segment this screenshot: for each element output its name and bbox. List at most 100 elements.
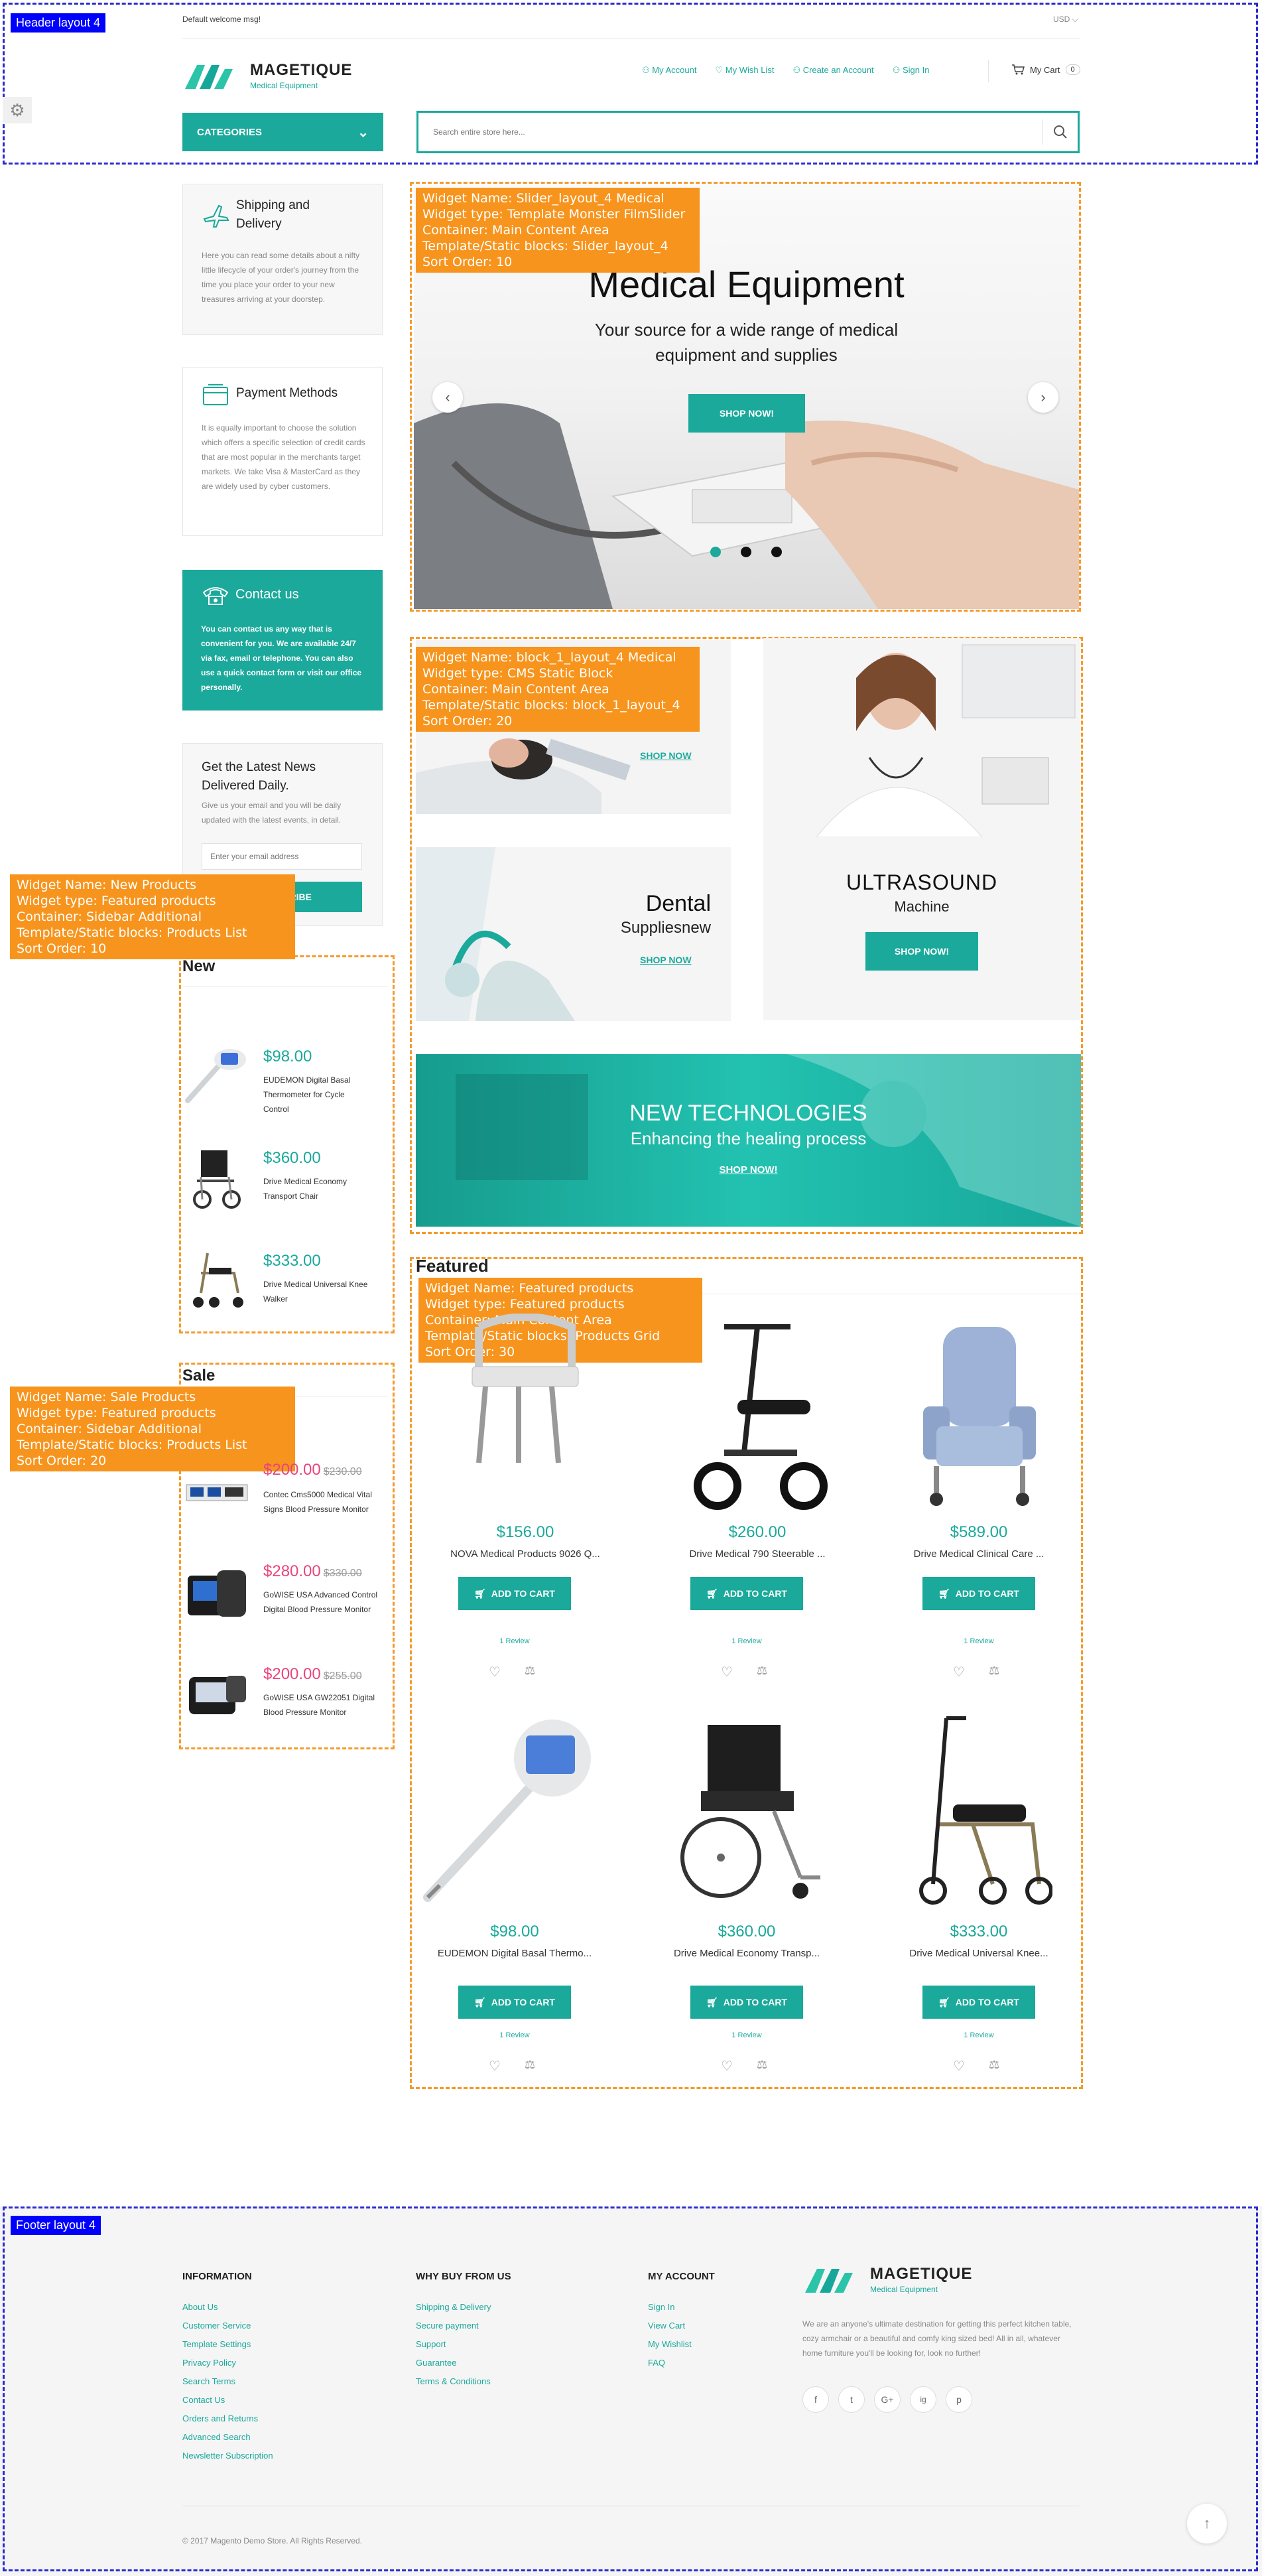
product-5-add-to-cart[interactable]: 🛒︎ ADD TO CART (690, 1986, 803, 2019)
footer-logo[interactable]: MAGETIQUE Medical Equipment (802, 2262, 1001, 2298)
product-1-wishlist[interactable]: ♡ (489, 1664, 501, 1680)
google-plus-icon[interactable]: G+ (874, 2386, 901, 2413)
facebook-icon[interactable]: f (802, 2386, 829, 2413)
product-6-wishlist[interactable]: ♡ (953, 2058, 965, 2074)
product-1-review[interactable]: 1 Review (416, 1637, 613, 1645)
logo[interactable]: MAGETIQUE Medical Equipment (182, 58, 361, 94)
sale-item-1[interactable]: $200.00 $230.00 Contec Cms5000 Medical V… (182, 1453, 388, 1526)
product-1-name[interactable]: NOVA Medical Products 9026 Q... (416, 1548, 635, 1560)
slider-shop-now-button[interactable]: SHOP NOW! (688, 394, 805, 433)
footer-link-advanced-search[interactable]: Advanced Search (182, 2432, 273, 2442)
product-3-add-to-cart[interactable]: 🛒︎ ADD TO CART (922, 1577, 1035, 1610)
product-4-wishlist[interactable]: ♡ (489, 2058, 501, 2074)
product-3-wishlist[interactable]: ♡ (953, 1664, 965, 1680)
product-1-compare[interactable]: ⚖ (525, 1664, 535, 1678)
newsletter-title: Get the Latest News Delivered Daily. (202, 760, 316, 793)
product-2-name[interactable]: Drive Medical 790 Steerable ... (648, 1548, 867, 1560)
new-item-2[interactable]: $360.00 Drive Medical Economy Transport … (182, 1141, 388, 1214)
footer-link-about-us[interactable]: About Us (182, 2302, 273, 2312)
product-5-review[interactable]: 1 Review (648, 2031, 846, 2039)
product-2-add-to-cart[interactable]: 🛒︎ ADD TO CART (690, 1577, 803, 1610)
footer-link-secure-payment[interactable]: Secure payment (416, 2321, 491, 2331)
slider-dot-1[interactable] (710, 547, 721, 557)
footer-link-orders-returns[interactable]: Orders and Returns (182, 2413, 273, 2423)
ultrasound-title: ULTRASOUND (846, 870, 998, 894)
product-3-review[interactable]: 1 Review (880, 1637, 1078, 1645)
product-6-compare[interactable]: ⚖ (989, 2058, 999, 2072)
banner-dental[interactable]: Dental Suppliesnew SHOP NOW (416, 847, 731, 1021)
featured-title: Featured (416, 1256, 489, 1276)
footer-link-view-cart[interactable]: View Cart (648, 2321, 692, 2331)
footer-link-privacy-policy[interactable]: Privacy Policy (182, 2358, 273, 2368)
product-6-name[interactable]: Drive Medical Universal Knee... (880, 1948, 1078, 1959)
product-card-5[interactable]: $360.00 Drive Medical Economy Transp... … (648, 1712, 867, 2074)
footer-link-support[interactable]: Support (416, 2339, 491, 2349)
product-5-compare[interactable]: ⚖ (757, 2058, 767, 2072)
footer-link-faq[interactable]: FAQ (648, 2358, 692, 2368)
product-5-wishlist[interactable]: ♡ (721, 2058, 733, 2074)
footer-info-title: INFORMATION (182, 2271, 252, 2282)
back-to-top-button[interactable]: ↑ (1187, 2504, 1227, 2543)
footer-link-search-terms[interactable]: Search Terms (182, 2376, 273, 2386)
footer-link-newsletter[interactable]: Newsletter Subscription (182, 2451, 273, 2461)
search-icon[interactable] (1052, 124, 1068, 140)
footer-link-terms[interactable]: Terms & Conditions (416, 2376, 491, 2386)
product-card-2[interactable]: $260.00 Drive Medical 790 Steerable ... … (648, 1314, 867, 1698)
newsletter-email-input[interactable] (202, 843, 362, 870)
product-2-compare[interactable]: ⚖ (757, 1664, 767, 1678)
banner-1-shop-now[interactable]: SHOP NOW (640, 750, 692, 761)
dental-shop-now[interactable]: SHOP NOW (640, 955, 692, 965)
pinterest-icon[interactable]: p (946, 2386, 972, 2413)
product-card-3[interactable]: $589.00 Drive Medical Clinical Care ... … (880, 1314, 1099, 1698)
new-item-3[interactable]: $333.00 Drive Medical Universal Knee Wal… (182, 1244, 388, 1317)
product-3-compare[interactable]: ⚖ (989, 1664, 999, 1678)
currency-switcher[interactable]: USD ⌵ (1053, 15, 1078, 25)
footer-link-contact-us[interactable]: Contact Us (182, 2395, 273, 2405)
product-card-4[interactable]: $98.00 EUDEMON Digital Basal Thermo... 🛒… (416, 1712, 635, 2074)
product-1-add-to-cart[interactable]: 🛒︎ ADD TO CART (458, 1577, 571, 1610)
instagram-icon[interactable]: ig (910, 2386, 936, 2413)
my-account-link[interactable]: ⚇ My Account (642, 65, 696, 76)
search-input[interactable] (420, 122, 1017, 142)
slider-prev-arrow[interactable]: ‹ (432, 382, 463, 413)
footer-about-text: We are an anyone's ultimate destination … (802, 2319, 1072, 2358)
sign-in-link[interactable]: ⚇ Sign In (893, 65, 930, 76)
payment-text: It is equally important to choose the so… (202, 423, 365, 491)
product-4-compare[interactable]: ⚖ (525, 2058, 535, 2072)
tech-shop-now[interactable]: SHOP NOW! (416, 1164, 1081, 1176)
wishlist-link[interactable]: ♡ My Wish List (715, 65, 774, 76)
product-6-review[interactable]: 1 Review (880, 2031, 1078, 2039)
banner-ultrasound[interactable]: ULTRASOUND Machine SHOP NOW! (763, 638, 1080, 1020)
product-4-review[interactable]: 1 Review (416, 2031, 613, 2039)
slider-next-arrow[interactable]: › (1028, 382, 1058, 413)
slider-dot-3[interactable] (771, 547, 782, 557)
sale-item-3[interactable]: $200.00 $255.00 GoWISE USA GW22051 Digit… (182, 1659, 388, 1731)
sale-item-2[interactable]: $280.00 $330.00 GoWISE USA Advanced Cont… (182, 1556, 388, 1629)
slider-dot-2[interactable] (741, 547, 751, 557)
twitter-icon[interactable]: t (838, 2386, 865, 2413)
new-item-3-name: Drive Medical Universal Knee Walker (263, 1280, 368, 1304)
footer-link-shipping[interactable]: Shipping & Delivery (416, 2302, 491, 2312)
product-3-name[interactable]: Drive Medical Clinical Care ... (880, 1548, 1078, 1560)
product-2-review[interactable]: 1 Review (648, 1637, 846, 1645)
product-card-1[interactable]: $156.00 NOVA Medical Products 9026 Q... … (416, 1314, 635, 1698)
footer-link-guarantee[interactable]: Guarantee (416, 2358, 491, 2368)
footer-link-wishlist[interactable]: My Wishlist (648, 2339, 692, 2349)
footer-link-sign-in[interactable]: Sign In (648, 2302, 692, 2312)
footer-link-template-settings[interactable]: Template Settings (182, 2339, 273, 2349)
new-item-1[interactable]: $98.00 EUDEMON Digital Basal Thermometer… (182, 1038, 388, 1114)
product-2-wishlist[interactable]: ♡ (721, 1664, 733, 1680)
banner-new-technologies[interactable]: NEW TECHNOLOGIES Enhancing the healing p… (416, 1054, 1081, 1227)
ultrasound-shop-now-button[interactable]: SHOP NOW! (865, 932, 978, 971)
product-6-add-to-cart[interactable]: 🛒︎ ADD TO CART (922, 1986, 1035, 2019)
product-4-add-to-cart[interactable]: 🛒︎ ADD TO CART (458, 1986, 571, 2019)
ultrasound-subtitle: Machine (894, 898, 950, 915)
create-account-link[interactable]: ⚇ Create an Account (792, 65, 873, 76)
settings-gear[interactable]: ⚙ (3, 97, 32, 123)
footer-link-customer-service[interactable]: Customer Service (182, 2321, 273, 2331)
product-card-6[interactable]: $333.00 Drive Medical Universal Knee... … (880, 1712, 1099, 2074)
mini-cart[interactable]: My Cart 0 (1011, 64, 1080, 76)
categories-dropdown[interactable]: CATEGORIES ⌄ (182, 113, 383, 151)
product-4-name[interactable]: EUDEMON Digital Basal Thermo... (416, 1948, 613, 1959)
product-5-name[interactable]: Drive Medical Economy Transp... (648, 1948, 846, 1959)
